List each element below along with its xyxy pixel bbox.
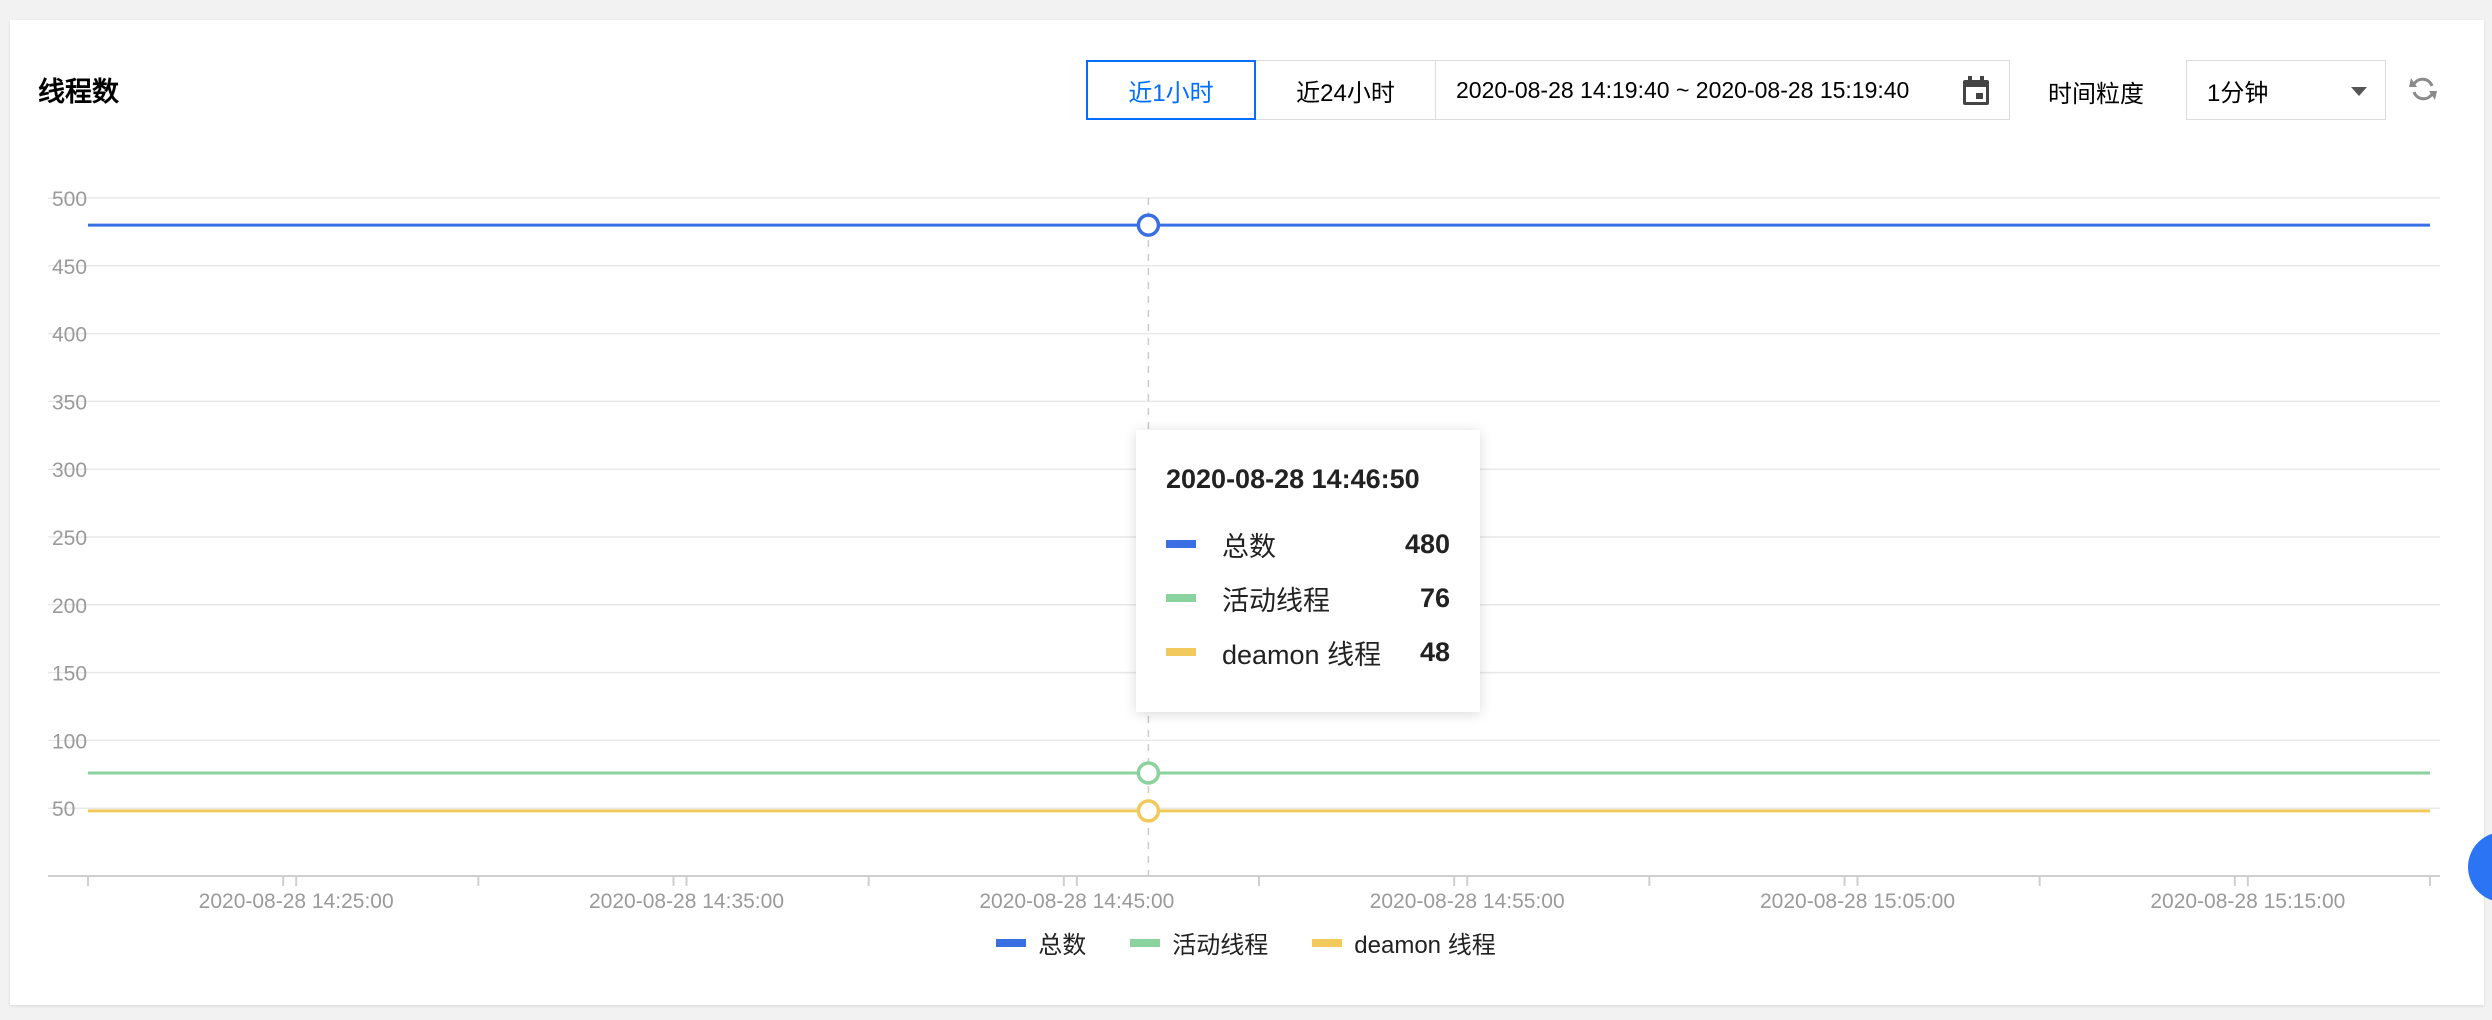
legend-swatch-active (1130, 938, 1161, 947)
legend-item-total[interactable]: 总数 (996, 925, 1086, 960)
x-tick-label-5: 2020-08-28 15:15:00 (2150, 890, 2345, 913)
tooltip-swatch-daemon (1166, 648, 1196, 656)
tooltip-swatch-active (1166, 594, 1196, 602)
chart-tooltip: 2020-08-28 14:46:50 总数 480 活动线程 76 deamo… (1136, 430, 1480, 712)
tooltip-value-total: 480 (1404, 528, 1450, 559)
tooltip-row-total: 总数 480 (1166, 517, 1450, 571)
tooltip-time: 2020-08-28 14:46:50 (1166, 464, 1420, 494)
y-tick-label-300: 300 (52, 459, 87, 482)
series-marker-0 (1136, 213, 1161, 237)
tooltip-value-daemon: 48 (1419, 636, 1450, 667)
series-marker-1 (1136, 761, 1161, 785)
chart-legend: 总数 活动线程 deamon 线程 (0, 925, 2492, 960)
y-tick-label-100: 100 (52, 730, 87, 753)
tooltip-row-active: 活动线程 76 (1166, 571, 1450, 625)
tooltip-swatch-total (1166, 540, 1196, 548)
y-tick-label-450: 450 (52, 256, 87, 279)
y-tick-label-350: 350 (52, 391, 87, 414)
x-tick-label-0: 2020-08-28 14:25:00 (199, 890, 394, 913)
tooltip-row-daemon: deamon 线程 48 (1166, 625, 1450, 679)
legend-label-daemon: deamon 线程 (1354, 932, 1496, 959)
y-tick-label-200: 200 (52, 595, 87, 618)
x-tick-label-1: 2020-08-28 14:35:00 (589, 890, 784, 913)
x-tick-label-3: 2020-08-28 14:55:00 (1370, 890, 1565, 913)
tooltip-name-total: 总数 (1222, 531, 1276, 562)
y-tick-label-250: 250 (52, 527, 87, 550)
tooltip-value-active: 76 (1419, 582, 1450, 613)
legend-item-daemon[interactable]: deamon 线程 (1312, 925, 1496, 960)
x-tick-label-2: 2020-08-28 14:45:00 (979, 890, 1174, 913)
y-tick-label-500: 500 (52, 188, 87, 211)
legend-swatch-daemon (1312, 938, 1343, 947)
x-tick-label-4: 2020-08-28 15:05:00 (1760, 890, 1955, 913)
legend-item-active[interactable]: 活动线程 (1130, 925, 1268, 960)
y-tick-label-150: 150 (52, 663, 87, 686)
y-tick-label-50: 50 (52, 798, 75, 821)
legend-swatch-total (996, 938, 1027, 947)
y-tick-label-400: 400 (52, 324, 87, 347)
tooltip-name-daemon: deamon 线程 (1222, 639, 1382, 670)
tooltip-name-active: 活动线程 (1222, 585, 1330, 616)
series-marker-2 (1136, 799, 1161, 823)
legend-label-active: 活动线程 (1172, 932, 1269, 959)
legend-label-total: 总数 (1038, 932, 1087, 959)
